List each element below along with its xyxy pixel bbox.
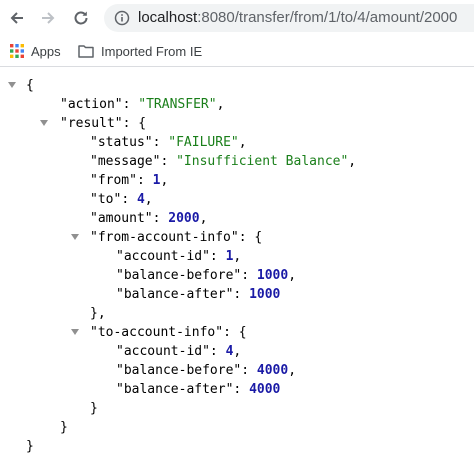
browser-toolbar: localhost:8080/transfer/from/1/to/4/amou…	[0, 0, 474, 36]
bookmark-imported-from-ie[interactable]: Imported From IE	[78, 41, 202, 61]
reload-button[interactable]	[70, 7, 92, 29]
json-line-root-close: }	[26, 439, 34, 454]
toolbar-divider	[0, 66, 474, 67]
json-line-to: "to": 4,	[90, 192, 153, 207]
json-line-status: "status": "FAILURE",	[90, 135, 247, 150]
reload-icon	[74, 11, 88, 25]
json-line-amount: "amount": 2000,	[90, 211, 208, 226]
url-host: localhost	[138, 9, 198, 26]
json-line-from-balance-before: "balance-before": 1000,	[116, 268, 297, 283]
json-line-from-account-info-close: },	[90, 306, 106, 321]
json-line-result-close: }	[60, 420, 68, 435]
arrow-left-icon	[10, 12, 23, 24]
apps-grid-icon	[10, 44, 24, 58]
json-line-to-account-info-close: }	[90, 401, 98, 416]
url-text[interactable]: localhost:8080/transfer/from/1/to/4/amou…	[138, 9, 457, 27]
collapse-root-toggle[interactable]	[7, 80, 17, 90]
json-line-action: "action": "TRANSFER",	[60, 97, 225, 112]
back-button[interactable]	[6, 7, 28, 29]
url-path: :8080/transfer/from/1/to/4/amount/2000	[197, 9, 458, 26]
bookmarks-bar: Apps Imported From IE	[0, 38, 474, 64]
folder-icon	[78, 45, 94, 58]
json-line-to-balance-after: "balance-after": 4000	[116, 382, 281, 397]
bookmark-apps[interactable]: Apps	[10, 41, 61, 61]
collapse-result-toggle[interactable]	[39, 118, 49, 128]
json-line-to-account-info: "to-account-info": {	[90, 325, 247, 340]
arrow-right-icon	[42, 12, 55, 24]
forward-button[interactable]	[37, 7, 59, 29]
json-line-from-account-id: "account-id": 1,	[116, 249, 242, 264]
collapse-from-account-info-toggle[interactable]	[70, 232, 80, 242]
json-line-to-balance-before: "balance-before": 4000,	[116, 363, 297, 378]
json-line-from: "from": 1,	[90, 173, 169, 188]
json-line-from-account-info: "from-account-info": {	[90, 230, 263, 245]
json-line-root-open: {	[26, 78, 34, 93]
bookmark-imported-label: Imported From IE	[101, 43, 203, 59]
info-icon[interactable]	[114, 10, 130, 26]
json-line-to-account-id: "account-id": 4,	[116, 344, 242, 359]
collapse-to-account-info-toggle[interactable]	[70, 327, 80, 337]
json-line-result: "result": {	[60, 116, 147, 131]
json-line-from-balance-after: "balance-after": 1000	[116, 287, 281, 302]
address-bar[interactable]: localhost:8080/transfer/from/1/to/4/amou…	[104, 4, 474, 32]
json-line-message: "message": "Insufficient Balance",	[90, 154, 357, 169]
bookmark-apps-label: Apps	[31, 43, 61, 59]
json-viewer: { "action": "TRANSFER", "result": { "sta…	[0, 76, 474, 465]
